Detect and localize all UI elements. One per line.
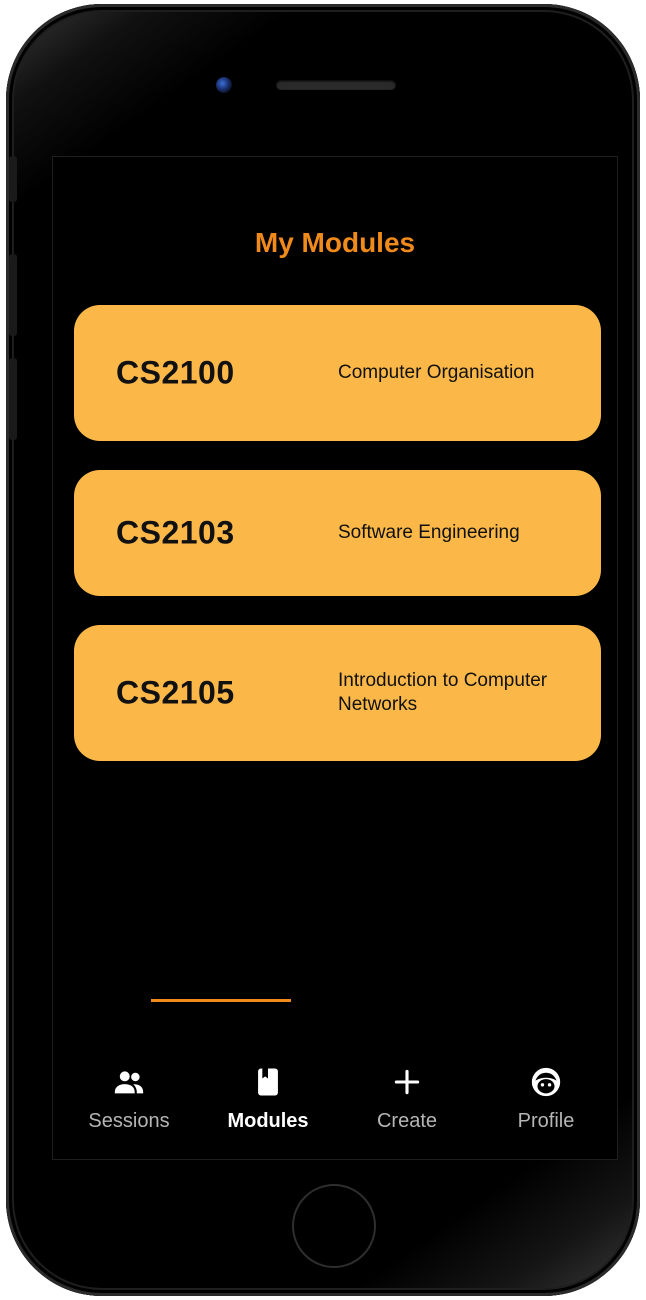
page-title: My Modules	[254, 227, 416, 258]
plus-icon	[394, 1069, 420, 1095]
volume-down-button	[9, 358, 17, 440]
tab-label: Sessions	[88, 1110, 170, 1132]
module-code: CS2103	[116, 514, 235, 551]
tab-create[interactable]: Create	[337, 1057, 477, 1157]
module-card-cs2100[interactable]: CS2100 Computer Organisation	[74, 305, 601, 441]
module-code: CS2105	[116, 674, 235, 711]
app-screen: My Modules CS2100 Computer Organisation …	[52, 156, 618, 1160]
people-icon	[114, 1071, 144, 1094]
tab-label: Create	[376, 1110, 438, 1132]
module-card-cs2103[interactable]: CS2103 Software Engineering	[74, 470, 601, 596]
tab-label: Profile	[517, 1110, 575, 1132]
module-code: CS2100	[116, 354, 235, 391]
volume-up-button	[9, 254, 17, 336]
module-card-cs2105[interactable]: CS2105 Introduction to Computer Networks	[74, 625, 601, 761]
active-tab-indicator	[151, 999, 291, 1002]
phone-frame: My Modules CS2100 Computer Organisation …	[6, 4, 640, 1296]
module-name: Introduction to Computer Networks	[338, 670, 548, 715]
front-camera-icon	[216, 77, 232, 93]
book-icon	[258, 1068, 278, 1096]
face-icon	[531, 1067, 561, 1097]
tab-profile[interactable]: Profile	[476, 1057, 616, 1157]
bottom-tab-bar: Sessions Modules Create Profile	[53, 1057, 617, 1157]
home-button[interactable]	[292, 1184, 376, 1268]
tab-label: Modules	[227, 1110, 309, 1132]
silent-switch	[9, 156, 17, 202]
tab-modules[interactable]: Modules	[198, 1057, 338, 1157]
tab-sessions[interactable]: Sessions	[59, 1057, 199, 1157]
earpiece-speaker	[276, 80, 396, 90]
module-name: Computer Organisation	[338, 362, 535, 383]
module-name: Software Engineering	[338, 522, 520, 543]
